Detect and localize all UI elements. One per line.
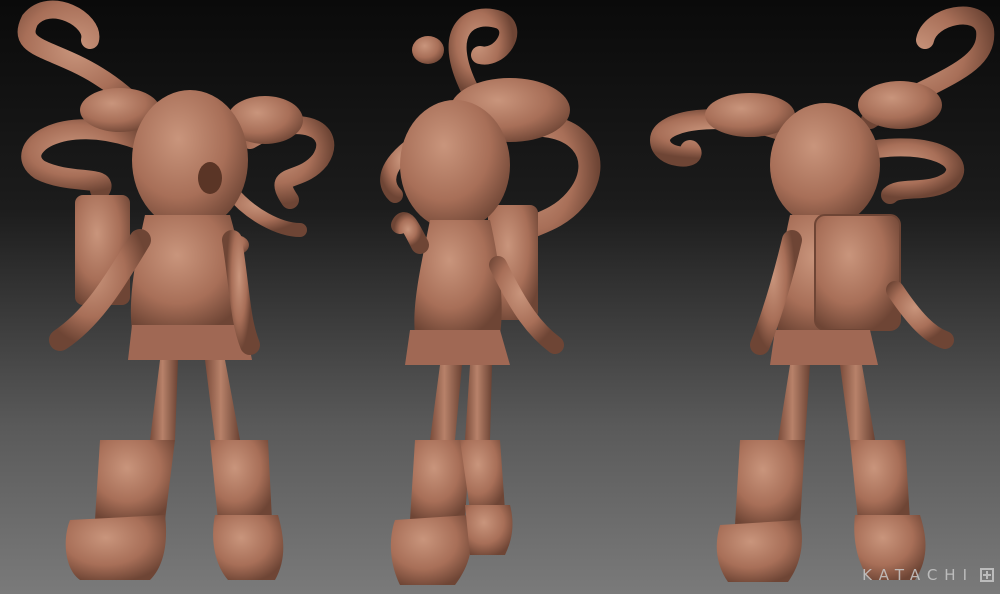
sock-left (735, 440, 805, 525)
watermark-logo: KATACHI (862, 566, 994, 584)
leg-right (840, 365, 875, 440)
leg-right (465, 365, 492, 440)
plus-box-icon (980, 568, 994, 582)
render-canvas: KATACHI (0, 0, 1000, 594)
figure-front-view (17, 0, 335, 580)
sock-right (850, 440, 910, 520)
snake-right (861, 138, 965, 204)
skirt (128, 325, 252, 360)
pigtail-right (858, 81, 942, 129)
watermark-text: KATACHI (862, 566, 974, 584)
shoe-right (465, 505, 513, 555)
shoe-right (213, 515, 284, 580)
shoe-left (390, 515, 472, 585)
leg-left (778, 365, 810, 440)
eye (198, 162, 222, 194)
sock-left (410, 440, 470, 520)
snake-left (21, 119, 150, 200)
snake-head (412, 36, 444, 64)
figure-side-view (380, 8, 601, 585)
arm-left (391, 212, 429, 254)
head (770, 103, 880, 227)
leg-left (150, 360, 178, 440)
leg-left (430, 365, 462, 440)
sweater (414, 220, 502, 335)
figure-back-view (649, 6, 995, 582)
head (132, 90, 248, 230)
sock-right (210, 440, 272, 520)
arm-right (886, 281, 954, 349)
skirt (405, 330, 510, 365)
shoe-left (65, 515, 167, 580)
sock-right (460, 440, 505, 510)
shoe-left (716, 520, 802, 582)
leg-right (205, 360, 240, 440)
head (400, 100, 510, 230)
sculpt-views (17, 0, 995, 585)
backpack (814, 214, 901, 331)
sock-left (95, 440, 175, 520)
skirt (770, 330, 878, 365)
